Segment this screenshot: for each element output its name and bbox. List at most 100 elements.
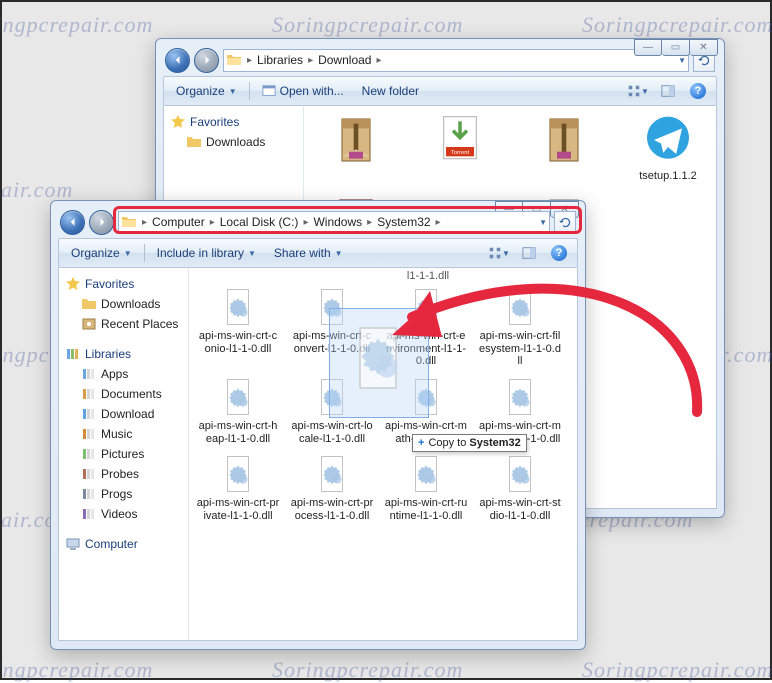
chevron-right-icon: ▸ [141,217,148,228]
arrow-left-icon [172,54,184,66]
file-dll[interactable]: api-ms-win-crt-stdio-l1-1-0.dll [475,451,565,524]
breadcrumb-computer[interactable]: Computer [148,212,209,233]
nav-library-probes[interactable]: Probes [63,464,184,484]
preview-icon [522,246,536,260]
library-item-icon [81,466,97,482]
file-dll[interactable]: api-ms-win-crt-locale-l1-1-0.dll [287,374,377,447]
preview-pane-button[interactable] [656,80,680,102]
open-with-icon [262,84,276,98]
dll-icon [217,376,259,418]
navigation-pane: Favorites Downloads Recent Places Librar… [59,268,189,640]
address-dropdown[interactable]: ▼ [539,218,547,227]
nav-back-button[interactable] [60,210,85,235]
library-item-icon [81,406,97,422]
help-button[interactable]: ? [686,80,710,102]
dll-icon [499,286,541,328]
include-in-library-button[interactable]: Include in library ▼ [151,243,262,263]
organize-button[interactable]: Organize ▼ [170,81,243,101]
torrent-icon: Torrent [432,112,488,168]
address-bar[interactable]: ▸ Libraries ▸ Download ▸ ▼ [223,49,689,72]
folder-icon [226,52,242,68]
maximize-button[interactable]: ▭ [662,39,690,56]
nav-library-music[interactable]: Music [63,424,184,444]
favorites-group[interactable]: Favorites [168,112,299,132]
dll-icon [405,376,447,418]
libraries-group[interactable]: Libraries [63,344,184,364]
new-folder-button[interactable]: New folder [356,81,425,101]
file-dll[interactable]: api-ms-win-crt-heap-l1-1-0.dll [193,374,283,447]
toolbar: Organize ▼ Include in library ▼ Share wi… [58,238,578,268]
library-item-icon [81,506,97,522]
share-with-button[interactable]: Share with ▼ [268,243,349,263]
computer-group[interactable]: Computer [63,534,184,554]
library-item-icon [81,366,97,382]
breadcrumb-local-disk[interactable]: Local Disk (C:) [216,212,303,233]
file-dll[interactable]: api-ms-win-crt-conio-l1-1-0.dll [193,284,283,370]
breadcrumb-download[interactable]: Download [314,50,375,71]
view-options-button[interactable]: ▼ [626,80,650,102]
nav-downloads[interactable]: Downloads [168,132,299,152]
favorites-group[interactable]: Favorites [63,274,184,294]
open-with-button[interactable]: Open with... [256,81,350,101]
dll-icon [311,376,353,418]
nav-recent-places[interactable]: Recent Places [63,314,184,334]
dll-icon [499,376,541,418]
dll-icon [217,286,259,328]
plus-icon: + [418,437,424,449]
chevron-right-icon: ▸ [246,55,253,66]
preview-pane-button[interactable] [517,242,541,264]
nav-library-documents[interactable]: Documents [63,384,184,404]
nav-library-progs[interactable]: Progs [63,484,184,504]
nav-library-videos[interactable]: Videos [63,504,184,524]
breadcrumb-system32[interactable]: System32 [373,212,434,233]
archive-icon [536,112,592,168]
breadcrumb-windows[interactable]: Windows [309,212,366,233]
drag-tooltip: + Copy to System32 [412,434,527,452]
folder-icon [81,296,97,312]
organize-button[interactable]: Organize ▼ [65,243,138,263]
file-dll[interactable]: api-ms-win-crt-environment-l1-1-0.dll [381,284,471,370]
file-pane[interactable]: l1-1-1.dll api-ms-win-crt-conio-l1-1-0.d… [189,268,577,640]
chevron-right-icon: ▸ [302,217,309,228]
view-icon [627,84,641,98]
minimize-button[interactable]: — [634,39,662,56]
nav-library-pictures[interactable]: Pictures [63,444,184,464]
chevron-right-icon: ▸ [209,217,216,228]
nav-library-download[interactable]: Download [63,404,184,424]
file-dll[interactable]: api-ms-win-crt-filesystem-l1-1-0.dll [475,284,565,370]
archive-icon [328,112,384,168]
dll-icon [499,453,541,495]
address-bar[interactable]: ▸ Computer ▸ Local Disk (C:) ▸ Windows ▸… [118,211,550,234]
dll-icon [405,286,447,328]
recent-icon [81,316,97,332]
nav-downloads[interactable]: Downloads [63,294,184,314]
chevron-right-icon: ▸ [366,217,373,228]
view-icon [488,246,502,260]
file-dll[interactable]: api-ms-win-crt-private-l1-1-0.dll [193,451,283,524]
arrow-right-icon [201,54,213,66]
chevron-right-icon: ▸ [375,55,382,66]
close-button[interactable]: ✕ [690,39,718,56]
dll-icon [311,286,353,328]
nav-back-button[interactable] [165,48,190,73]
dll-icon [311,453,353,495]
file-dll[interactable]: api-ms-win-crt-process-l1-1-0.dll [287,451,377,524]
nav-forward-button[interactable] [89,210,114,235]
file-telegram[interactable]: tsetup.1.1.2 [620,110,716,185]
breadcrumb-libraries[interactable]: Libraries [253,50,307,71]
view-options-button[interactable]: ▼ [487,242,511,264]
preview-icon [661,84,675,98]
file-archive[interactable] [308,110,404,185]
file-torrent[interactable]: Torrent [412,110,508,185]
nav-library-apps[interactable]: Apps [63,364,184,384]
file-dll[interactable]: api-ms-win-crt-convert-l1-1-0.dll [287,284,377,370]
nav-forward-button[interactable] [194,48,219,73]
help-button[interactable]: ? [547,242,571,264]
library-item-icon [81,386,97,402]
refresh-button[interactable] [554,211,576,234]
chevron-right-icon: ▸ [435,217,442,228]
computer-icon [65,536,81,552]
telegram-icon [640,112,696,168]
file-dll[interactable]: api-ms-win-crt-runtime-l1-1-0.dll [381,451,471,524]
file-archive[interactable] [516,110,612,185]
